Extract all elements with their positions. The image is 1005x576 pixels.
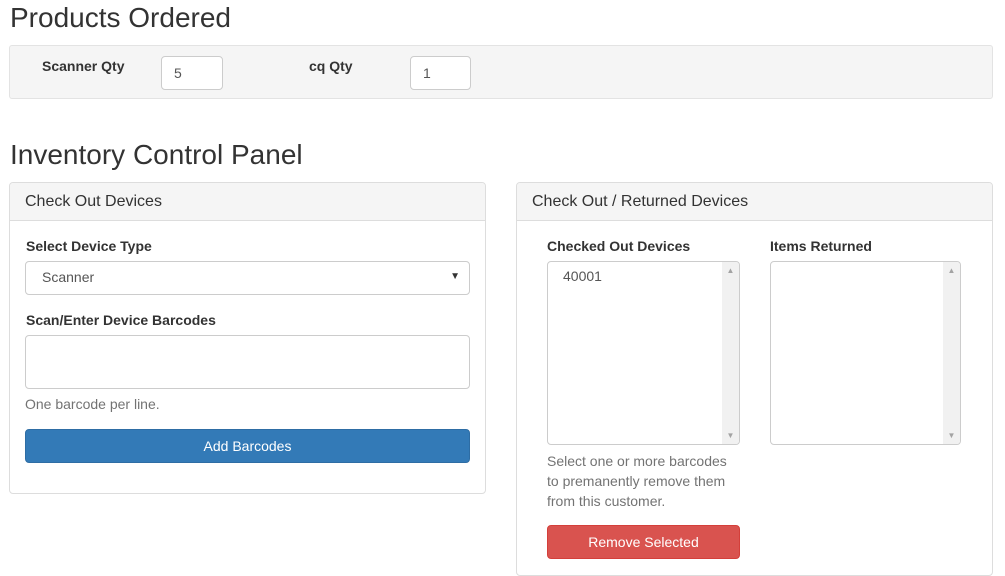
products-ordered-well: Scanner Qty cq Qty: [9, 45, 993, 99]
scroll-up-arrow-icon[interactable]: ▲: [722, 262, 739, 279]
returned-devices-heading: Check Out / Returned Devices: [517, 183, 992, 221]
returned-devices-panel: Check Out / Returned Devices Checked Out…: [516, 182, 993, 576]
items-returned-label: Items Returned: [770, 238, 872, 254]
list-item[interactable]: 40001: [563, 268, 602, 284]
checked-out-devices-list[interactable]: 40001 ▲ ▼: [547, 261, 740, 445]
inventory-panel-title: Inventory Control Panel: [10, 139, 303, 170]
scroll-down-arrow-icon[interactable]: ▼: [943, 427, 960, 444]
cq-qty-input[interactable]: [410, 56, 471, 90]
barcodes-textarea[interactable]: [25, 335, 470, 389]
remove-help-line-1: Select one or more barcodes: [547, 453, 727, 469]
check-out-devices-heading: Check Out Devices: [10, 183, 485, 221]
cq-qty-label: cq Qty: [309, 58, 353, 74]
remove-help-line-2: to premanently remove them: [547, 473, 726, 489]
device-type-select[interactable]: Scanner ▼: [25, 261, 470, 295]
scanner-qty-label: Scanner Qty: [42, 58, 125, 74]
device-type-selected-value: Scanner: [42, 269, 95, 285]
remove-help-line-3: from this customer.: [547, 493, 666, 509]
products-ordered-title: Products Ordered: [10, 2, 231, 33]
scroll-down-arrow-icon[interactable]: ▼: [722, 427, 739, 444]
checked-out-scrollbar[interactable]: ▲ ▼: [722, 262, 739, 444]
remove-selected-button[interactable]: Remove Selected: [547, 525, 740, 559]
device-type-label: Select Device Type: [26, 238, 152, 254]
checked-out-devices-label: Checked Out Devices: [547, 238, 691, 254]
items-returned-scrollbar[interactable]: ▲ ▼: [943, 262, 960, 444]
barcodes-help-text: One barcode per line.: [25, 396, 160, 412]
scroll-up-arrow-icon[interactable]: ▲: [943, 262, 960, 279]
caret-down-icon: ▼: [450, 271, 460, 282]
barcodes-label: Scan/Enter Device Barcodes: [26, 312, 216, 328]
scanner-qty-input[interactable]: [161, 56, 223, 90]
items-returned-list[interactable]: ▲ ▼: [770, 261, 961, 445]
add-barcodes-button[interactable]: Add Barcodes: [25, 429, 470, 463]
check-out-devices-panel: Check Out Devices Select Device Type Sca…: [9, 182, 486, 494]
